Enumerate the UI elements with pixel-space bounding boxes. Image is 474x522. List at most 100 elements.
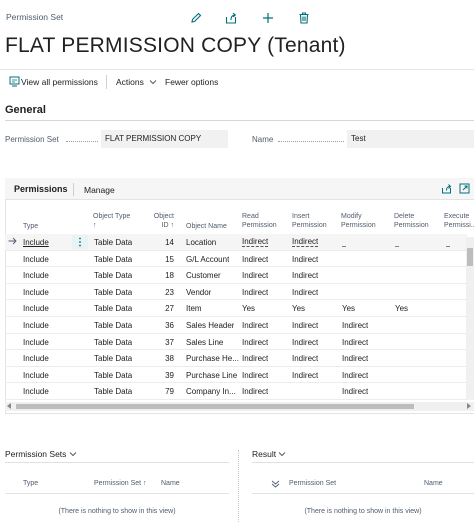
table-row[interactable]: Include Table Data 18 Customer Indirect Indir… — [5, 267, 467, 284]
table-row[interactable]: Include Table Data 37 Sales Line Indirect Ind… — [5, 334, 467, 351]
cell-execute[interactable]: _ — [446, 238, 450, 247]
col-object-id[interactable]: Object ID ↑ — [152, 212, 174, 230]
leader-dots — [66, 141, 98, 142]
table-row[interactable]: Include Table Data 36 Sales Header Indirect I… — [5, 317, 467, 334]
cell-insert[interactable]: Indirect — [292, 238, 319, 247]
cell-read: Indirect — [242, 387, 269, 397]
cell-type: Include — [23, 354, 49, 364]
cell-id: 14 — [165, 238, 174, 247]
cell-object-type: Table Data — [94, 387, 133, 397]
cell-type: Include — [23, 321, 49, 330]
cell-insert: Indirect — [292, 354, 319, 364]
edit-icon[interactable] — [189, 11, 203, 25]
cell-read: Indirect — [242, 271, 269, 281]
vertical-scroll-thumb[interactable] — [467, 248, 473, 266]
arrow-right-icon — [8, 237, 17, 247]
col-insert-label-2: Permission — [292, 222, 327, 229]
share-icon[interactable] — [441, 183, 452, 194]
col-read-label-1: Read — [242, 213, 259, 220]
col-read-permission[interactable]: Read Permission — [242, 212, 277, 230]
permission-sets-part-title[interactable]: Permission Sets — [5, 449, 77, 459]
col-execute-label-2: Permissi... — [444, 222, 474, 229]
cell-insert: Indirect — [292, 337, 319, 347]
name-field[interactable]: Test — [347, 130, 474, 148]
cell-type: Include — [23, 287, 49, 297]
horizontal-scroll-thumb[interactable] — [16, 404, 414, 409]
cell-id: 37 — [165, 337, 174, 347]
scroll-right-icon[interactable] — [467, 403, 471, 409]
actions-menu-button[interactable]: Actions — [116, 77, 157, 87]
col-object-type[interactable]: Object Type ↑ — [93, 212, 130, 230]
divider — [73, 183, 74, 196]
cell-object-type: Table Data — [94, 321, 133, 330]
cell-read: Indirect — [242, 354, 269, 364]
expand-icon[interactable] — [459, 183, 470, 194]
table-row[interactable]: Include Table Data 79 Company In... Indirect… — [5, 383, 467, 400]
col-object-id-label-1: Object — [153, 213, 174, 220]
delete-icon[interactable] — [297, 11, 311, 25]
cell-insert: Yes — [292, 304, 306, 314]
col-name[interactable]: Name — [424, 480, 443, 487]
view-all-permissions-button[interactable]: View all permissions — [21, 77, 98, 87]
permission-set-label: Permission Set — [5, 135, 59, 144]
col-type[interactable]: Type — [23, 222, 38, 231]
cell-object-type: Table Data — [94, 271, 133, 281]
col-modify-permission[interactable]: Modify Permission — [341, 212, 376, 230]
permission-set-field[interactable]: FLAT PERMISSION COPY — [101, 130, 228, 148]
table-row[interactable]: Include Table Data 27 Item Yes Yes Yes Yes — [5, 300, 467, 317]
cell-name: Sales Header — [186, 321, 235, 330]
cell-object-type: Table Data — [94, 337, 133, 347]
cell-modify: Indirect — [342, 354, 369, 364]
col-object-id-label-2: ID ↑ — [161, 222, 174, 229]
cell-type: Include — [23, 271, 49, 281]
cell-type[interactable]: Include — [23, 238, 49, 247]
cell-type: Include — [23, 387, 49, 397]
cell-id: 27 — [165, 304, 174, 314]
col-modify-label-1: Modify — [341, 213, 362, 220]
table-row[interactable]: Include Table Data 38 Purchase He... Indirec… — [5, 350, 467, 367]
col-permission-set[interactable]: Permission Set — [289, 480, 336, 487]
cell-insert: Indirect — [292, 271, 319, 281]
permissions-title[interactable]: Permissions — [14, 184, 68, 194]
cell-name: Purchase Line — [186, 370, 238, 380]
sort-indicator: ↑ — [93, 222, 97, 229]
chevron-down-icon — [69, 449, 77, 459]
col-permission-set[interactable]: Permission Set ↑ — [94, 480, 147, 487]
result-part-title[interactable]: Result — [252, 449, 286, 459]
cell-modify: Indirect — [342, 337, 369, 347]
divider — [106, 75, 107, 89]
collapse-all-icon[interactable] — [271, 479, 280, 489]
cell-name: Item — [186, 304, 202, 314]
cell-read[interactable]: Indirect — [242, 238, 269, 247]
cell-insert: Indirect — [292, 321, 319, 330]
cell-type: Include — [23, 254, 49, 264]
cell-delete[interactable]: _ — [395, 238, 399, 247]
divider — [5, 493, 229, 494]
fewer-options-button[interactable]: Fewer options — [165, 77, 218, 87]
divider — [238, 450, 239, 522]
col-insert-permission[interactable]: Insert Permission — [292, 212, 327, 230]
cell-id: 23 — [165, 287, 174, 297]
scroll-left-icon[interactable] — [7, 403, 11, 409]
col-object-name[interactable]: Object Name — [186, 222, 227, 231]
permission-sets-title: Permission Sets — [5, 449, 67, 459]
share-icon[interactable] — [224, 11, 238, 25]
table-row[interactable]: Include Table Data 39 Purchase Line Indirect… — [5, 367, 467, 384]
col-execute-permission[interactable]: Execute Permissi... — [444, 212, 474, 230]
col-type[interactable]: Type — [23, 480, 38, 487]
cell-read: Indirect — [242, 321, 269, 330]
chevron-down-icon — [149, 77, 157, 87]
cell-type: Include — [23, 304, 49, 314]
add-icon[interactable] — [261, 11, 275, 25]
table-row[interactable]: Include Table Data 14 Location Indirect Indir… — [5, 234, 467, 251]
col-delete-permission[interactable]: Delete Permission — [394, 212, 429, 230]
manage-button[interactable]: Manage — [84, 185, 115, 195]
table-row[interactable]: Include Table Data 23 Vendor Indirect Indirec… — [5, 284, 467, 301]
table-row[interactable]: Include Table Data 15 G/L Account Indirect In… — [5, 251, 467, 268]
cell-name: Purchase He... — [186, 354, 239, 364]
empty-message: (There is nothing to show in this view) — [304, 508, 422, 515]
cell-modify[interactable]: _ — [342, 238, 346, 247]
more-options-icon[interactable] — [72, 235, 88, 249]
col-name[interactable]: Name — [161, 480, 180, 487]
cell-id: 79 — [165, 387, 174, 397]
